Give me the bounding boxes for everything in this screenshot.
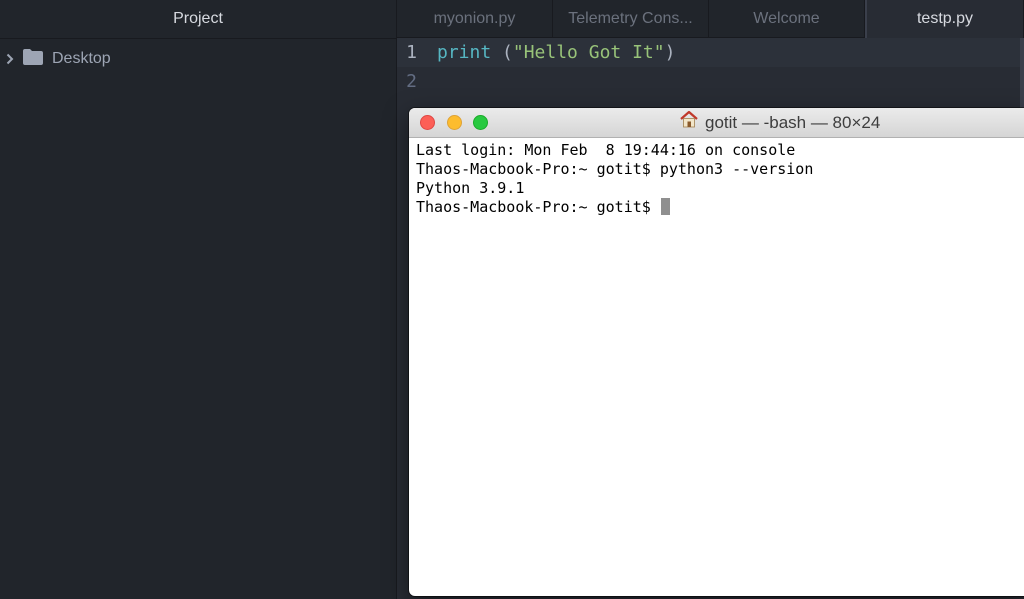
code-token-paren: ): [664, 42, 676, 63]
home-icon: [679, 108, 705, 137]
tab-bar: myonion.py Telemetry Cons... Welcome tes…: [397, 0, 1024, 38]
terminal-titlebar[interactable]: gotit — -bash — 80×24: [409, 108, 1024, 138]
editor-scrollbar[interactable]: [1020, 38, 1024, 108]
tab-myonion[interactable]: myonion.py: [397, 0, 553, 38]
code-text: print ("Hello Got It"): [437, 38, 675, 67]
code-token-paren: (: [491, 42, 513, 63]
code-token-function: print: [437, 42, 492, 63]
terminal-output[interactable]: Last login: Mon Feb 8 19:44:16 on consol…: [409, 138, 1024, 220]
line-number: 1: [406, 42, 417, 63]
terminal-prompt-line[interactable]: Thaos-Macbook-Pro:~ gotit$: [416, 198, 1022, 217]
terminal-title-text: gotit — -bash — 80×24: [705, 113, 881, 132]
zoom-window-button[interactable]: [473, 115, 488, 130]
close-window-button[interactable]: [420, 115, 435, 130]
folder-icon: [22, 48, 52, 71]
line-number: 2: [406, 71, 417, 92]
tab-welcome[interactable]: Welcome: [709, 0, 865, 38]
terminal-window[interactable]: gotit — -bash — 80×24 Last login: Mon Fe…: [409, 108, 1024, 596]
code-token-string: "Hello Got It": [512, 42, 665, 63]
code-line[interactable]: 1 print ("Hello Got It"): [397, 38, 1024, 67]
chevron-right-icon[interactable]: [0, 53, 22, 65]
terminal-title: gotit — -bash — 80×24: [679, 108, 880, 137]
terminal-prompt: Thaos-Macbook-Pro:~ gotit$: [416, 198, 660, 216]
terminal-line: Thaos-Macbook-Pro:~ gotit$ python3 --ver…: [416, 160, 814, 178]
terminal-cursor: [660, 198, 670, 215]
minimize-window-button[interactable]: [447, 115, 462, 130]
terminal-line: Last login: Mon Feb 8 19:44:16 on consol…: [416, 141, 796, 159]
code-editor[interactable]: 1 print ("Hello Got It") 2: [397, 38, 1024, 96]
tab-telemetry[interactable]: Telemetry Cons...: [553, 0, 709, 38]
project-panel-title: Project: [0, 0, 396, 39]
project-panel: Project Desktop: [0, 0, 397, 599]
tree-item-desktop[interactable]: Desktop: [0, 46, 111, 72]
terminal-line: Python 3.9.1: [416, 179, 525, 197]
code-line[interactable]: 2: [397, 67, 1024, 96]
atom-editor-window: Project Desktop myonion.py Telemetry Con…: [0, 0, 1024, 599]
tree-item-label: Desktop: [52, 50, 111, 67]
tab-testp[interactable]: testp.py: [865, 0, 1024, 38]
